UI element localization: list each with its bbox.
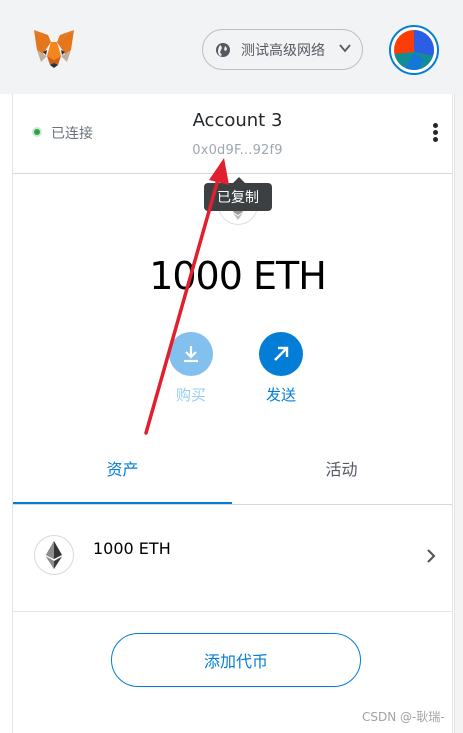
tab-activity[interactable]: 活动 [232,444,451,502]
metamask-fox-icon[interactable] [31,28,77,70]
arrow-up-right-icon [259,332,303,376]
chevron-down-icon [339,44,351,53]
add-token-button[interactable]: 添加代币 [111,633,361,687]
metamask-window: 测试高级网络 已连接 Account 3 0x0d9F...92f9 已复制 1… [0,0,463,733]
buy-label: 购买 [175,386,206,404]
account-name: Account 3 [192,110,283,131]
globe-icon [216,42,230,57]
account-avatar-icon[interactable] [389,25,439,75]
send-button[interactable]: 发送 [251,332,311,405]
avatar [394,30,434,70]
tab-bar: 资产 活动 [13,444,452,505]
watermark: CSDN @-耿瑞- [362,710,445,724]
network-selector[interactable]: 测试高级网络 [202,29,363,70]
balance-display: 1000 ETH [149,254,327,298]
eth-icon [34,535,74,575]
account-bar: 已连接 Account 3 0x0d9F...92f9 [13,94,452,174]
background-strip [454,88,463,733]
asset-amount: 1000 ETH [93,539,171,558]
list-item[interactable]: 1000 ETH [13,505,452,612]
tab-assets[interactable]: 资产 [13,444,232,504]
app-header: 测试高级网络 [0,0,463,94]
chevron-right-icon [427,549,436,563]
send-label: 发送 [265,386,296,404]
download-icon [169,332,213,376]
wallet-panel: 已连接 Account 3 0x0d9F...92f9 已复制 1000 ETH [12,94,453,733]
copied-tooltip: 已复制 [204,177,272,211]
buy-button[interactable]: 购买 [161,332,221,405]
network-label: 测试高级网络 [241,42,325,59]
kebab-menu-icon[interactable] [429,123,441,145]
account-address[interactable]: 0x0d9F...92f9 [13,143,462,158]
